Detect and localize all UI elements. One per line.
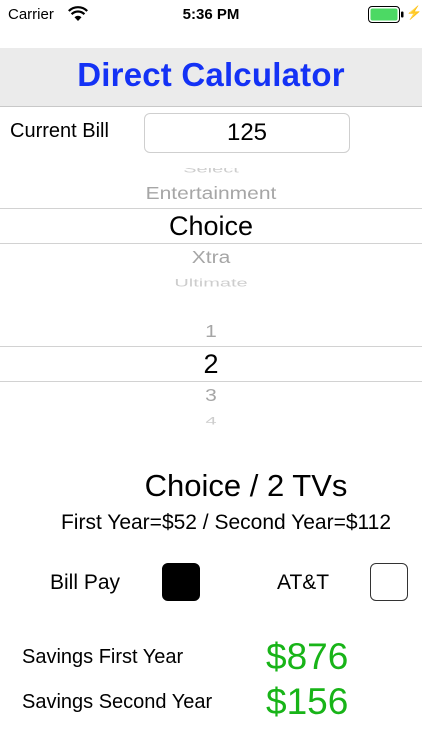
current-bill-input[interactable] (144, 113, 350, 153)
bill-pay-checkbox[interactable] (162, 563, 200, 601)
page-title: Direct Calculator (77, 56, 345, 93)
status-bar: Carrier 5:36 PM ⚡ (0, 0, 422, 30)
tv-count-picker-option[interactable]: 2 (0, 349, 422, 380)
status-time: 5:36 PM (182, 6, 240, 23)
package-picker-option[interactable]: Xtra (0, 248, 422, 268)
savings-first-year-label: Savings First Year (22, 646, 184, 668)
picker-selection-line-top (0, 346, 422, 347)
package-picker-option[interactable]: Select (0, 168, 422, 176)
title-bar: Direct Calculator (0, 48, 422, 107)
package-picker-option[interactable]: Ultimate (0, 277, 422, 290)
picker-selection-line-bottom (0, 243, 422, 244)
charging-icon: ⚡ (406, 5, 422, 20)
savings-first-year-value: $876 (266, 636, 349, 677)
savings-second-year-label: Savings Second Year (22, 691, 213, 713)
battery-icon (368, 6, 404, 23)
summary-title: Choice / 2 TVs (144, 468, 348, 503)
picker-selection-line-bottom (0, 381, 422, 382)
package-picker-option[interactable]: Entertainment (0, 184, 422, 204)
att-label: AT&T (277, 571, 330, 594)
tv-count-picker-option[interactable]: 3 (0, 386, 422, 406)
package-picker[interactable]: Select Entertainment Choice Xtra Ultimate (0, 168, 422, 292)
savings-second-year-value: $156 (266, 681, 349, 722)
picker-selection-line-top (0, 208, 422, 209)
summary-prices: First Year=$52 / Second Year=$112 (60, 511, 392, 534)
bill-pay-label: Bill Pay (50, 571, 121, 594)
current-bill-label: Current Bill (10, 120, 109, 142)
tv-count-picker[interactable]: 1 2 3 4 (0, 306, 422, 430)
att-checkbox[interactable] (370, 563, 408, 601)
tv-count-picker-option[interactable]: 1 (0, 322, 422, 342)
tv-count-picker-option[interactable]: 4 (0, 415, 422, 428)
package-picker-option[interactable]: Choice (0, 211, 422, 242)
